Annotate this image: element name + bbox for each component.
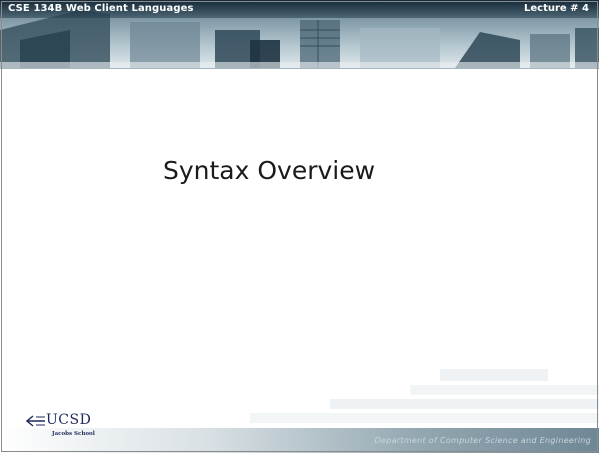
lecture-number: Lecture # 4 [524,3,589,14]
department-name: Department of Computer Science and Engin… [374,436,591,445]
ucsd-logo: UCSD Jacobs School [26,412,116,442]
slide-title: Syntax Overview [163,156,376,185]
logo-name: UCSD [46,412,92,428]
header-divider [0,68,599,69]
logo-subtitle: Jacobs School [52,431,95,437]
header-banner: CSE 134B Web Client Languages Lecture # … [0,0,599,68]
triton-icon [26,415,45,427]
course-title: CSE 134B Web Client Languages [8,3,194,14]
slide: CSE 134B Web Client Languages Lecture # … [0,0,599,453]
